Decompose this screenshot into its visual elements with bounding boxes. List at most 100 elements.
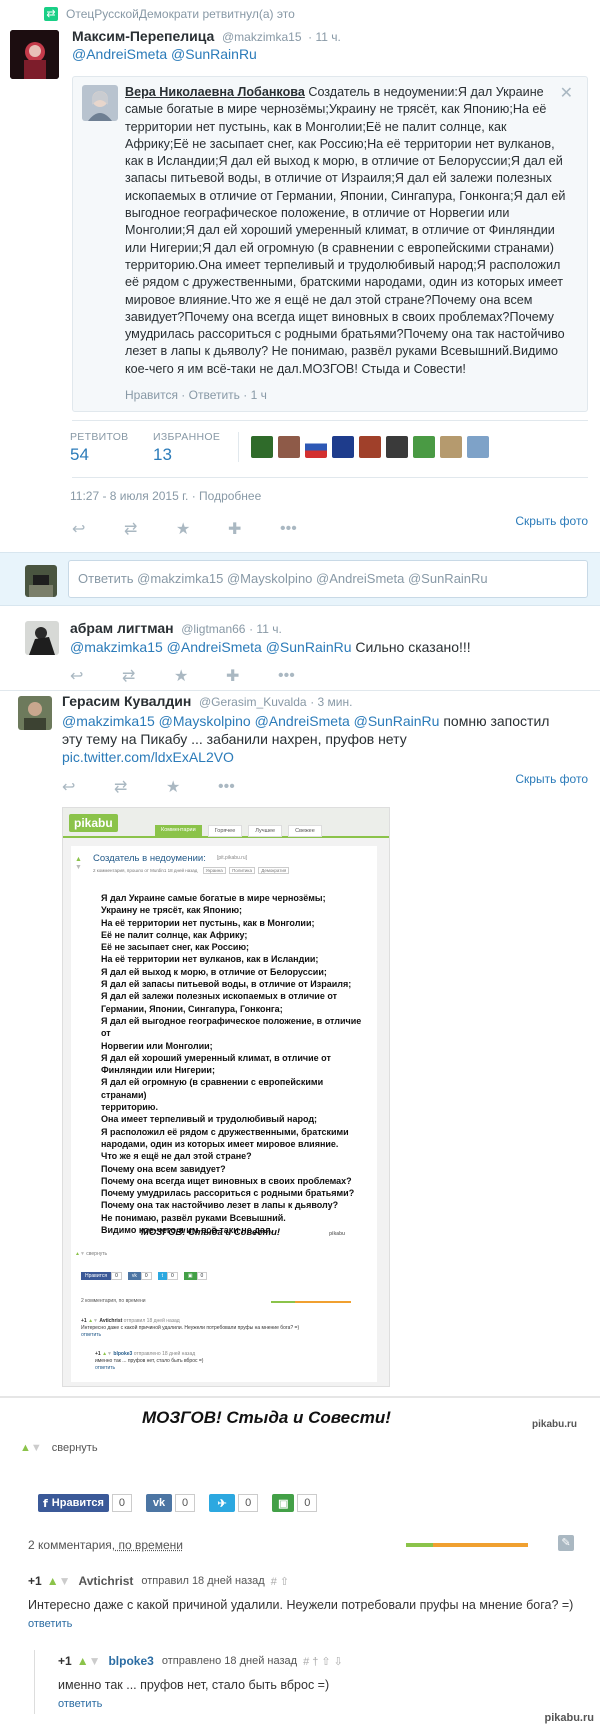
more-icon[interactable]: ••• (278, 667, 330, 685)
tab-hot[interactable]: Горячее (207, 825, 243, 837)
share-count: 0 (167, 1272, 178, 1280)
user-thumb[interactable] (278, 436, 300, 458)
hide-photo-link[interactable]: Скрыть фото (515, 772, 588, 786)
reply-input[interactable]: Ответить @makzimka15 @Mayskolpino @Andre… (68, 560, 588, 598)
share-count: 0 (111, 1494, 133, 1512)
avatar[interactable] (25, 621, 59, 655)
user-thumb[interactable] (467, 436, 489, 458)
twitter-button[interactable]: ✈ 0 (209, 1494, 259, 1512)
twitter-bird-icon: ✈ (209, 1494, 236, 1512)
avatar[interactable] (10, 30, 59, 79)
retweet-icon: ⇄ (44, 7, 58, 21)
tab-new[interactable]: Свежее (288, 825, 322, 837)
follow-icon[interactable]: ✚ (226, 667, 278, 685)
tweet-time[interactable]: · 11 ч. (249, 622, 282, 636)
collapse-link[interactable]: ▲▼ свернуть (75, 1251, 107, 1257)
post-title[interactable]: Создатель в недоумении: (93, 853, 206, 864)
tweet-mentions[interactable]: @makzimka15 @Mayskolpino @AndreiSmeta @S… (62, 713, 439, 729)
comment-author[interactable]: Avtichrist (78, 1574, 133, 1588)
vote-arrows[interactable]: ▲ ▼ (75, 856, 82, 872)
author-name[interactable]: абрам лигтман (70, 620, 174, 636)
retweet-notice: ⇄ ОтецРусскойДемократи ретвитнул(а) это (44, 6, 295, 22)
vk-button[interactable]: vk (127, 1272, 141, 1280)
user-thumb[interactable] (359, 436, 381, 458)
rating-bar (271, 1301, 351, 1303)
details-link[interactable]: · Подробнее (192, 489, 262, 503)
reply-link[interactable]: ответить (58, 1698, 588, 1710)
user-thumb[interactable] (413, 436, 435, 458)
more-icon[interactable]: ••• (218, 778, 270, 796)
save-button[interactable]: ▣ 0 (272, 1494, 318, 1512)
attached-photo[interactable]: pikabu Комментарии Горячее Лучшее Свежее… (62, 807, 390, 1387)
comment: +1 ▲▼ blpoke3 отправлено 18 дней назад и… (95, 1351, 204, 1371)
permalink-icon[interactable]: # ⇧ (271, 1575, 289, 1588)
collapse-link[interactable]: ▲ ▼ свернуть (20, 1442, 98, 1454)
tweet-body-a: помню запостил (439, 713, 550, 729)
vote-down-icon[interactable]: ▼ (59, 1574, 71, 1588)
collapse-text[interactable]: свернуть (52, 1442, 98, 1454)
author-handle[interactable]: @Gerasim_Kuvalda (199, 695, 307, 709)
tweet-time[interactable]: · 3 мин. (310, 695, 352, 709)
avatar[interactable] (18, 696, 52, 730)
user-thumb[interactable] (251, 436, 273, 458)
more-icon[interactable]: ••• (280, 520, 332, 538)
retweet-icon[interactable]: ⇄ (124, 520, 176, 538)
tweet-time[interactable]: · 11 ч. (308, 30, 341, 44)
author-name[interactable]: Герасим Кувалдин (62, 693, 191, 709)
hide-photo-link[interactable]: Скрыть фото (515, 514, 588, 528)
vk-button[interactable]: vk 0 (146, 1494, 196, 1512)
favorites-stat[interactable]: ИЗБРАННОЕ 13 (153, 431, 220, 465)
vote-down-icon[interactable]: ▼ (89, 1654, 101, 1668)
tag[interactable]: Украина (202, 867, 226, 874)
fb-like-button[interactable]: f Нравится 0 (38, 1494, 133, 1512)
add-comment-icon[interactable]: ✎ (558, 1535, 574, 1551)
quoted-like[interactable]: Нравится (125, 388, 178, 402)
author-handle[interactable]: @makzimka15 (222, 30, 302, 44)
post-text: Я дал Украине самые богатые в мире черно… (101, 892, 371, 1236)
comments-count[interactable]: 2 комментария, по времени (81, 1298, 146, 1304)
user-thumb[interactable] (386, 436, 408, 458)
quoted-time[interactable]: · 1 ч (243, 388, 267, 402)
tab-best[interactable]: Лучшее (248, 825, 283, 837)
reply-icon[interactable]: ↩ (62, 778, 114, 796)
vote-up-icon[interactable]: ▲ (77, 1654, 89, 1668)
user-thumb[interactable] (440, 436, 462, 458)
permalink-icon[interactable]: # † ⇧ ⇩ (303, 1655, 343, 1668)
save-button[interactable]: ▣ (183, 1272, 197, 1280)
post-text-line: Я дал Украине самые богатые в мире черно… (101, 893, 326, 903)
favorite-star-icon[interactable]: ★ (166, 778, 218, 796)
follow-icon[interactable]: ✚ (228, 520, 280, 538)
reply-icon[interactable]: ↩ (72, 520, 124, 538)
author-handle[interactable]: @ligtman66 (181, 622, 245, 636)
quoted-tweet[interactable]: ✕ Вера Николаевна Лобанкова Создатель в … (72, 76, 588, 412)
twitter-button[interactable]: t (157, 1272, 168, 1280)
comment-author[interactable]: blpoke3 (108, 1654, 153, 1668)
fb-like-button[interactable]: Нравится (81, 1272, 112, 1280)
reply-link[interactable]: ответить (28, 1618, 588, 1630)
share-count: 0 (297, 1494, 318, 1512)
sort-by-time-link[interactable]: по времени (115, 1538, 183, 1552)
user-thumb[interactable] (305, 436, 327, 458)
tweet-photo-link[interactable]: pic.twitter.com/ldxExAL2VO (62, 748, 592, 766)
quoted-reply[interactable]: Ответить (189, 388, 240, 402)
post-text-line: Финляндии или Нигерии; (101, 1065, 215, 1076)
favorite-star-icon[interactable]: ★ (174, 667, 226, 685)
tag[interactable]: Демократия (258, 867, 290, 874)
comment-text: именно так ... пруфов нет, стало быть вб… (58, 1678, 330, 1692)
retweet-icon[interactable]: ⇄ (122, 667, 174, 685)
tweet-mentions[interactable]: @makzimka15 @AndreiSmeta @SunRainRu (70, 639, 352, 655)
tweet-mentions[interactable]: @AndreiSmeta @SunRainRu (72, 46, 257, 62)
favorite-star-icon[interactable]: ★ (176, 520, 228, 538)
quoted-author[interactable]: Вера Николаевна Лобанкова (125, 85, 305, 99)
user-thumb[interactable] (332, 436, 354, 458)
tab-comments[interactable]: Комментарии (155, 825, 202, 837)
tag[interactable]: Политика (229, 867, 255, 874)
vote-down-icon[interactable]: ▼ (31, 1442, 42, 1454)
retweets-stat[interactable]: РЕТВИТОВ 54 (70, 431, 128, 465)
retweet-icon[interactable]: ⇄ (114, 778, 166, 796)
vote-up-icon[interactable]: ▲ (20, 1442, 31, 1454)
author-name[interactable]: Максим-Перепелица (72, 28, 214, 44)
reply-icon[interactable]: ↩ (70, 667, 122, 685)
vote-up-icon[interactable]: ▲ (47, 1574, 59, 1588)
quoted-text-block: Вера Николаевна Лобанкова Создатель в не… (125, 84, 567, 378)
